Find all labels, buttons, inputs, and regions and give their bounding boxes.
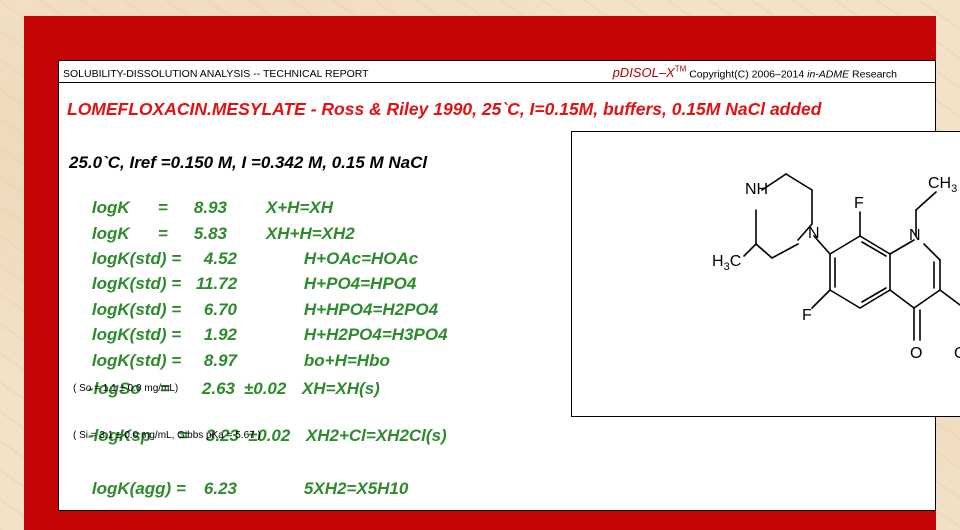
compound-title: LOMEFLOXACIN.MESYLATE - Ross & Riley 199… — [67, 99, 822, 119]
logSo-note: ( So = 1.1 ± 0.0 mg/mL) — [73, 383, 179, 394]
conditions-line: 25.0`C, Iref =0.150 M, I =0.342 M, 0.15 … — [69, 153, 428, 172]
software-copyright: pDISOL–XTM Copyright(C) 2006–2014 in-ADM… — [613, 65, 897, 80]
quinolone-n-label: N — [909, 227, 921, 244]
nh-label: NH — [745, 181, 768, 198]
hydroxyl-label: OH — [954, 345, 960, 362]
fluorine-top-label: F — [854, 195, 864, 212]
fluorine-left-label: F — [802, 307, 812, 324]
technical-report: SOLUBILITY-DISSOLUTION ANALYSIS -- TECHN… — [58, 60, 960, 511]
header-divider — [59, 82, 935, 83]
brand-name: pDISOL–XTM — [612, 65, 687, 81]
report-type-header: SOLUBILITY-DISSOLUTION ANALYSIS -- TECHN… — [63, 68, 369, 80]
ketone-o-label: O — [910, 345, 922, 362]
molecular-structure-panel: NH F N N CH3 H3C F O O OH — [571, 131, 960, 417]
logKagg-row: logK(agg) = 6.23 5XH2=X5H10 — [91, 479, 409, 498]
h3c-label: H3C — [712, 253, 741, 273]
lomefloxacin-structure: NH F N N CH3 H3C F O O OH — [712, 173, 960, 362]
company-text: Research — [849, 68, 897, 81]
company-italic: in-ADME — [807, 68, 850, 81]
piperazine-n-label: N — [808, 225, 820, 242]
copyright-text: Copyright(C) 2006–2014 — [686, 68, 808, 81]
ch3-label: CH3 — [928, 175, 957, 195]
logKsp-note: ( Si = 3.1 ± 0.0 mg/mL, Gibbs pKa = 5.67… — [73, 430, 261, 441]
